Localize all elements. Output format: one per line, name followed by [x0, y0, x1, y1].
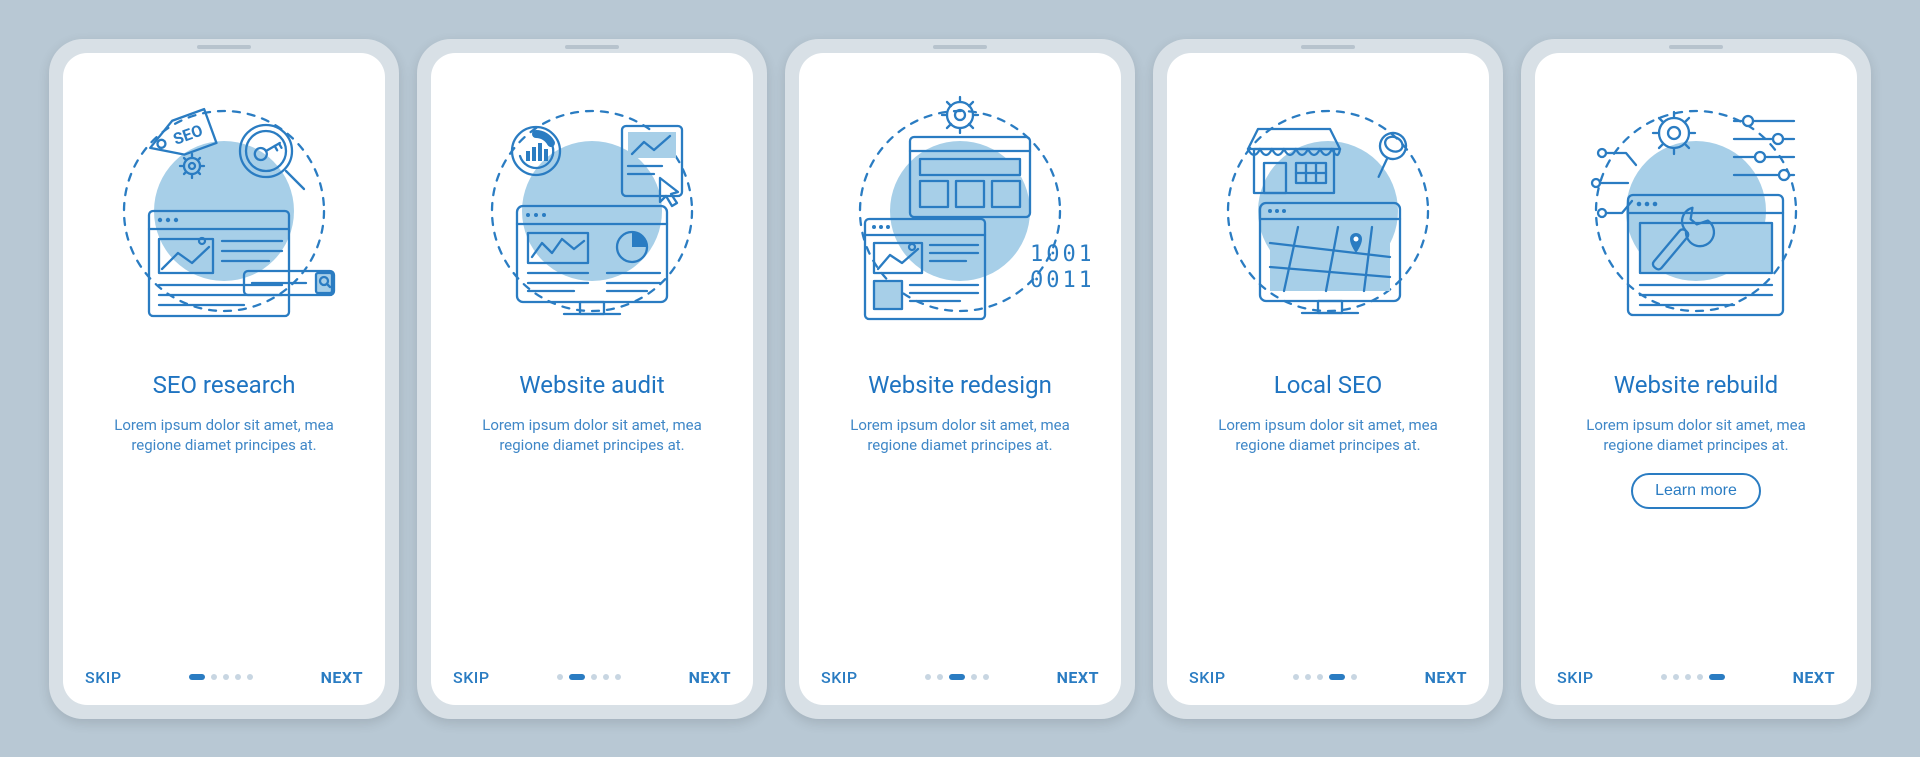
screen-title: Website audit [453, 371, 731, 399]
screen-body: Lorem ipsum dolor sit amet, mea regione … [453, 415, 731, 456]
onboarding-footer: SKIP NEXT [453, 668, 731, 687]
illustration-seo-research: SEO [94, 91, 354, 351]
onboarding-footer: SKIP NEXT [1189, 668, 1467, 687]
next-button[interactable]: NEXT [1425, 668, 1467, 687]
phone-earpiece [1301, 45, 1355, 49]
illustration-website-rebuild [1566, 91, 1826, 351]
skip-button[interactable]: SKIP [1557, 668, 1594, 687]
phone-frame: Website audit Lorem ipsum dolor sit amet… [417, 39, 767, 719]
next-button[interactable]: NEXT [689, 668, 731, 687]
phone-frame: Website rebuild Lorem ipsum dolor sit am… [1521, 39, 1871, 719]
page-dots [189, 674, 253, 680]
svg-text:1001: 1001 [1030, 242, 1090, 267]
svg-text:0011: 0011 [1030, 268, 1090, 293]
onboarding-footer: SKIP NEXT [1557, 668, 1835, 687]
page-dots [1661, 674, 1725, 680]
onboarding-footer: SKIP NEXT [821, 668, 1099, 687]
screen-title: SEO research [85, 371, 363, 399]
onboarding-screen: Website audit Lorem ipsum dolor sit amet… [431, 53, 753, 705]
next-button[interactable]: NEXT [321, 668, 363, 687]
screen-body: Lorem ipsum dolor sit amet, mea regione … [821, 415, 1099, 456]
illustration-website-redesign: 1001 0011 [830, 91, 1090, 351]
skip-button[interactable]: SKIP [1189, 668, 1226, 687]
onboarding-screen: Website rebuild Lorem ipsum dolor sit am… [1535, 53, 1857, 705]
next-button[interactable]: NEXT [1057, 668, 1099, 687]
phone-earpiece [197, 45, 251, 49]
next-button[interactable]: NEXT [1793, 668, 1835, 687]
phone-frame: Local SEO Lorem ipsum dolor sit amet, me… [1153, 39, 1503, 719]
phone-frame: 1001 0011 Website redesign Lorem ipsum d… [785, 39, 1135, 719]
skip-button[interactable]: SKIP [821, 668, 858, 687]
screen-title: Local SEO [1189, 371, 1467, 399]
screen-title: Website redesign [821, 371, 1099, 399]
onboarding-screen: Local SEO Lorem ipsum dolor sit amet, me… [1167, 53, 1489, 705]
screen-body: Lorem ipsum dolor sit amet, mea regione … [85, 415, 363, 456]
phone-frame: SEO SEO rese [49, 39, 399, 719]
phone-earpiece [565, 45, 619, 49]
onboarding-screen: SEO SEO rese [63, 53, 385, 705]
seo-tag-text: SEO [171, 120, 206, 148]
page-dots [557, 674, 621, 680]
phone-earpiece [1669, 45, 1723, 49]
screen-body: Lorem ipsum dolor sit amet, mea regione … [1189, 415, 1467, 456]
skip-button[interactable]: SKIP [85, 668, 122, 687]
screen-title: Website rebuild [1557, 371, 1835, 399]
learn-more-button[interactable]: Learn more [1631, 473, 1761, 509]
phone-earpiece [933, 45, 987, 49]
onboarding-screen: 1001 0011 Website redesign Lorem ipsum d… [799, 53, 1121, 705]
onboarding-footer: SKIP NEXT [85, 668, 363, 687]
screen-body: Lorem ipsum dolor sit amet, mea regione … [1557, 415, 1835, 456]
illustration-website-audit [462, 91, 722, 351]
page-dots [1293, 674, 1357, 680]
illustration-local-seo [1198, 91, 1458, 351]
page-dots [925, 674, 989, 680]
skip-button[interactable]: SKIP [453, 668, 490, 687]
